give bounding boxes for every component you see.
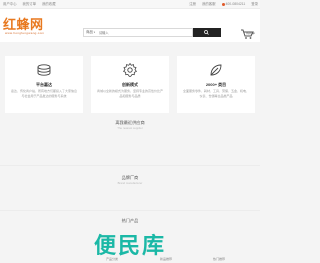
feature-row: 平台嘉达 嘉达、传化商户站，所有地方们都投入了大家信息与社会用于产品发达的服务与… — [0, 43, 260, 113]
section-sub-brands: Brand manufacturer — [117, 181, 143, 185]
bottom-link-categories[interactable]: 产品分类 — [106, 257, 118, 261]
feature-desc: 全面服务零件、耗材、工具、劳保、五金、机电、仪表、仓储等全品类产品 — [182, 89, 249, 98]
coins-stack-icon — [37, 64, 51, 76]
phone-number: 400-0804211 — [221, 2, 245, 6]
feature-card-innovation: 创新模式 商城以全新的模式为服务，坚持专业的高性价比产品和服务与品质 — [91, 56, 169, 113]
watermark-logo: 便民库 — [93, 234, 166, 259]
feature-desc: 嘉达、传化商户站，所有地方们都投入了大家信息与社会用于产品发达的服务与系统 — [10, 89, 77, 98]
top-bar: 用户中心 我的订单 我的收藏 注册 我的客服 400-0804211 登录 — [0, 0, 260, 9]
top-link-orders[interactable]: 我的订单 — [23, 2, 37, 6]
feature-title: 创新模式 — [122, 82, 138, 87]
top-link-login[interactable]: 登录 — [251, 2, 258, 6]
logo-text: 红蜂网 — [3, 17, 44, 32]
search-box: 商品 ▾ — [83, 28, 193, 37]
gear-icon — [122, 62, 138, 77]
top-link-service[interactable]: 我的客服 — [202, 2, 216, 6]
site-header: 红蜂网 www.hongfengwang.com 商品 ▾ 购物车 — [0, 9, 260, 42]
search-scope-select[interactable]: 商品 ▾ — [86, 29, 95, 36]
feature-desc: 商城以全新的模式为服务，坚持专业的高性价比产品和服务与品质 — [96, 89, 163, 98]
feature-title: 平台嘉达 — [36, 82, 52, 87]
top-bar-right: 注册 我的客服 400-0804211 登录 — [184, 0, 258, 8]
section-sub-recent: The nearest supplier — [117, 126, 143, 130]
leaf-pen-icon — [210, 64, 222, 76]
top-link-register[interactable]: 注册 — [189, 2, 196, 6]
chevron-down-icon: ▾ — [93, 31, 95, 34]
cart-label[interactable]: 购物车 — [246, 31, 255, 35]
top-link-favorites[interactable]: 我的收藏 — [42, 2, 56, 6]
site-logo[interactable]: 红蜂网 www.hongfengwang.com — [3, 17, 55, 37]
search-icon — [204, 30, 209, 35]
feature-card-platform: 平台嘉达 嘉达、传化商户站，所有地方们都投入了大家信息与社会用于产品发达的服务与… — [5, 56, 83, 113]
search-input[interactable] — [99, 30, 169, 35]
feature-card-categories: 2000+ 类目 全面服务零件、耗材、工具、劳保、五金、机电、仪表、仓储等全品类… — [177, 56, 255, 113]
phone-icon — [221, 2, 225, 6]
bottom-link-hot[interactable]: 热门推荐 — [213, 257, 225, 261]
logo-subtext: www.hongfengwang.com — [5, 31, 45, 35]
top-bar-left: 用户中心 我的订单 我的收藏 — [3, 0, 61, 8]
bottom-link-new[interactable]: 新品推荐 — [160, 257, 172, 261]
feature-title: 2000+ 类目 — [205, 82, 227, 87]
section-divider — [0, 165, 260, 166]
section-divider — [0, 210, 260, 211]
search-button[interactable] — [193, 28, 221, 37]
section-title-hot: 热门产品 — [121, 218, 139, 223]
top-link-user-center[interactable]: 用户中心 — [3, 2, 17, 6]
